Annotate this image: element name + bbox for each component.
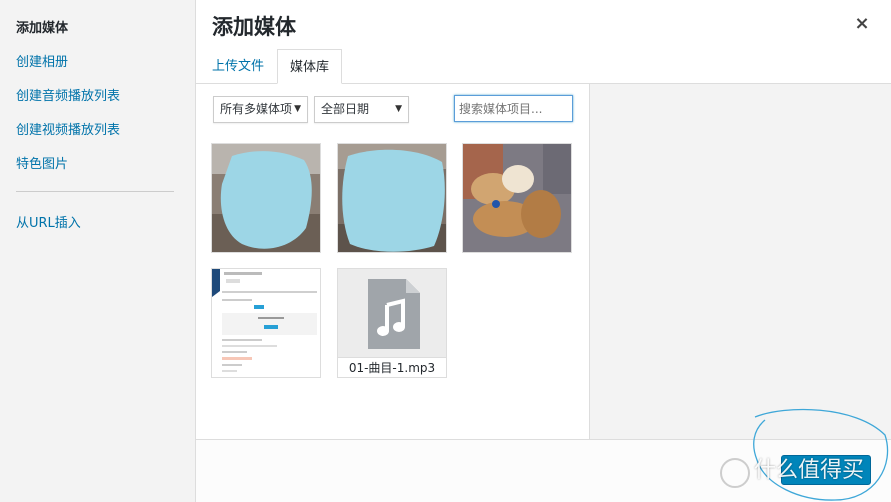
audio-filename: 01-曲目-1.mp3 bbox=[338, 357, 446, 377]
chevron-down-icon: ▼ bbox=[294, 104, 301, 114]
media-type-filter-value: 所有多媒体项 bbox=[220, 102, 293, 116]
sidebar-item-featured-image[interactable]: 特色图片 bbox=[16, 153, 68, 172]
sidebar-separator bbox=[16, 191, 174, 192]
media-thumbnail-image[interactable] bbox=[462, 143, 572, 253]
media-router-sidebar: 添加媒体 创建相册 创建音频播放列表 创建视频播放列表 特色图片 从URL插入 bbox=[0, 0, 196, 502]
close-icon[interactable]: × bbox=[852, 14, 872, 34]
sidebar-item-create-gallery[interactable]: 创建相册 bbox=[16, 51, 68, 70]
watermark-logo bbox=[720, 458, 750, 488]
sidebar-item-add-media[interactable]: 添加媒体 bbox=[16, 17, 68, 36]
media-thumbnail-audio[interactable]: 01-曲目-1.mp3 bbox=[337, 268, 447, 378]
sidebar-item-create-video-playlist[interactable]: 创建视频播放列表 bbox=[16, 119, 120, 138]
attachment-details-panel bbox=[589, 84, 891, 439]
modal-title: 添加媒体 bbox=[212, 15, 296, 39]
sidebar-item-insert-from-url[interactable]: 从URL插入 bbox=[16, 212, 81, 231]
media-modal: 添加媒体 创建相册 创建音频播放列表 创建视频播放列表 特色图片 从URL插入 … bbox=[0, 0, 891, 502]
media-thumbnail-image[interactable] bbox=[211, 268, 321, 378]
tab-upload-files[interactable]: 上传文件 bbox=[212, 49, 264, 84]
attachments-browser bbox=[196, 84, 589, 439]
media-search-input[interactable] bbox=[454, 95, 573, 122]
media-thumbnail-image[interactable] bbox=[337, 143, 447, 253]
chevron-down-icon: ▼ bbox=[395, 104, 402, 114]
media-thumbnail-image[interactable] bbox=[211, 143, 321, 253]
sidebar-item-create-audio-playlist[interactable]: 创建音频播放列表 bbox=[16, 85, 120, 104]
audio-file-icon bbox=[368, 279, 420, 349]
insert-into-post-button[interactable] bbox=[781, 455, 871, 485]
media-type-filter[interactable]: 所有多媒体项 ▼ bbox=[213, 96, 308, 123]
date-filter-value: 全部日期 bbox=[321, 102, 370, 116]
date-filter[interactable]: 全部日期 ▼ bbox=[314, 96, 409, 123]
tab-media-library[interactable]: 媒体库 bbox=[277, 49, 342, 84]
